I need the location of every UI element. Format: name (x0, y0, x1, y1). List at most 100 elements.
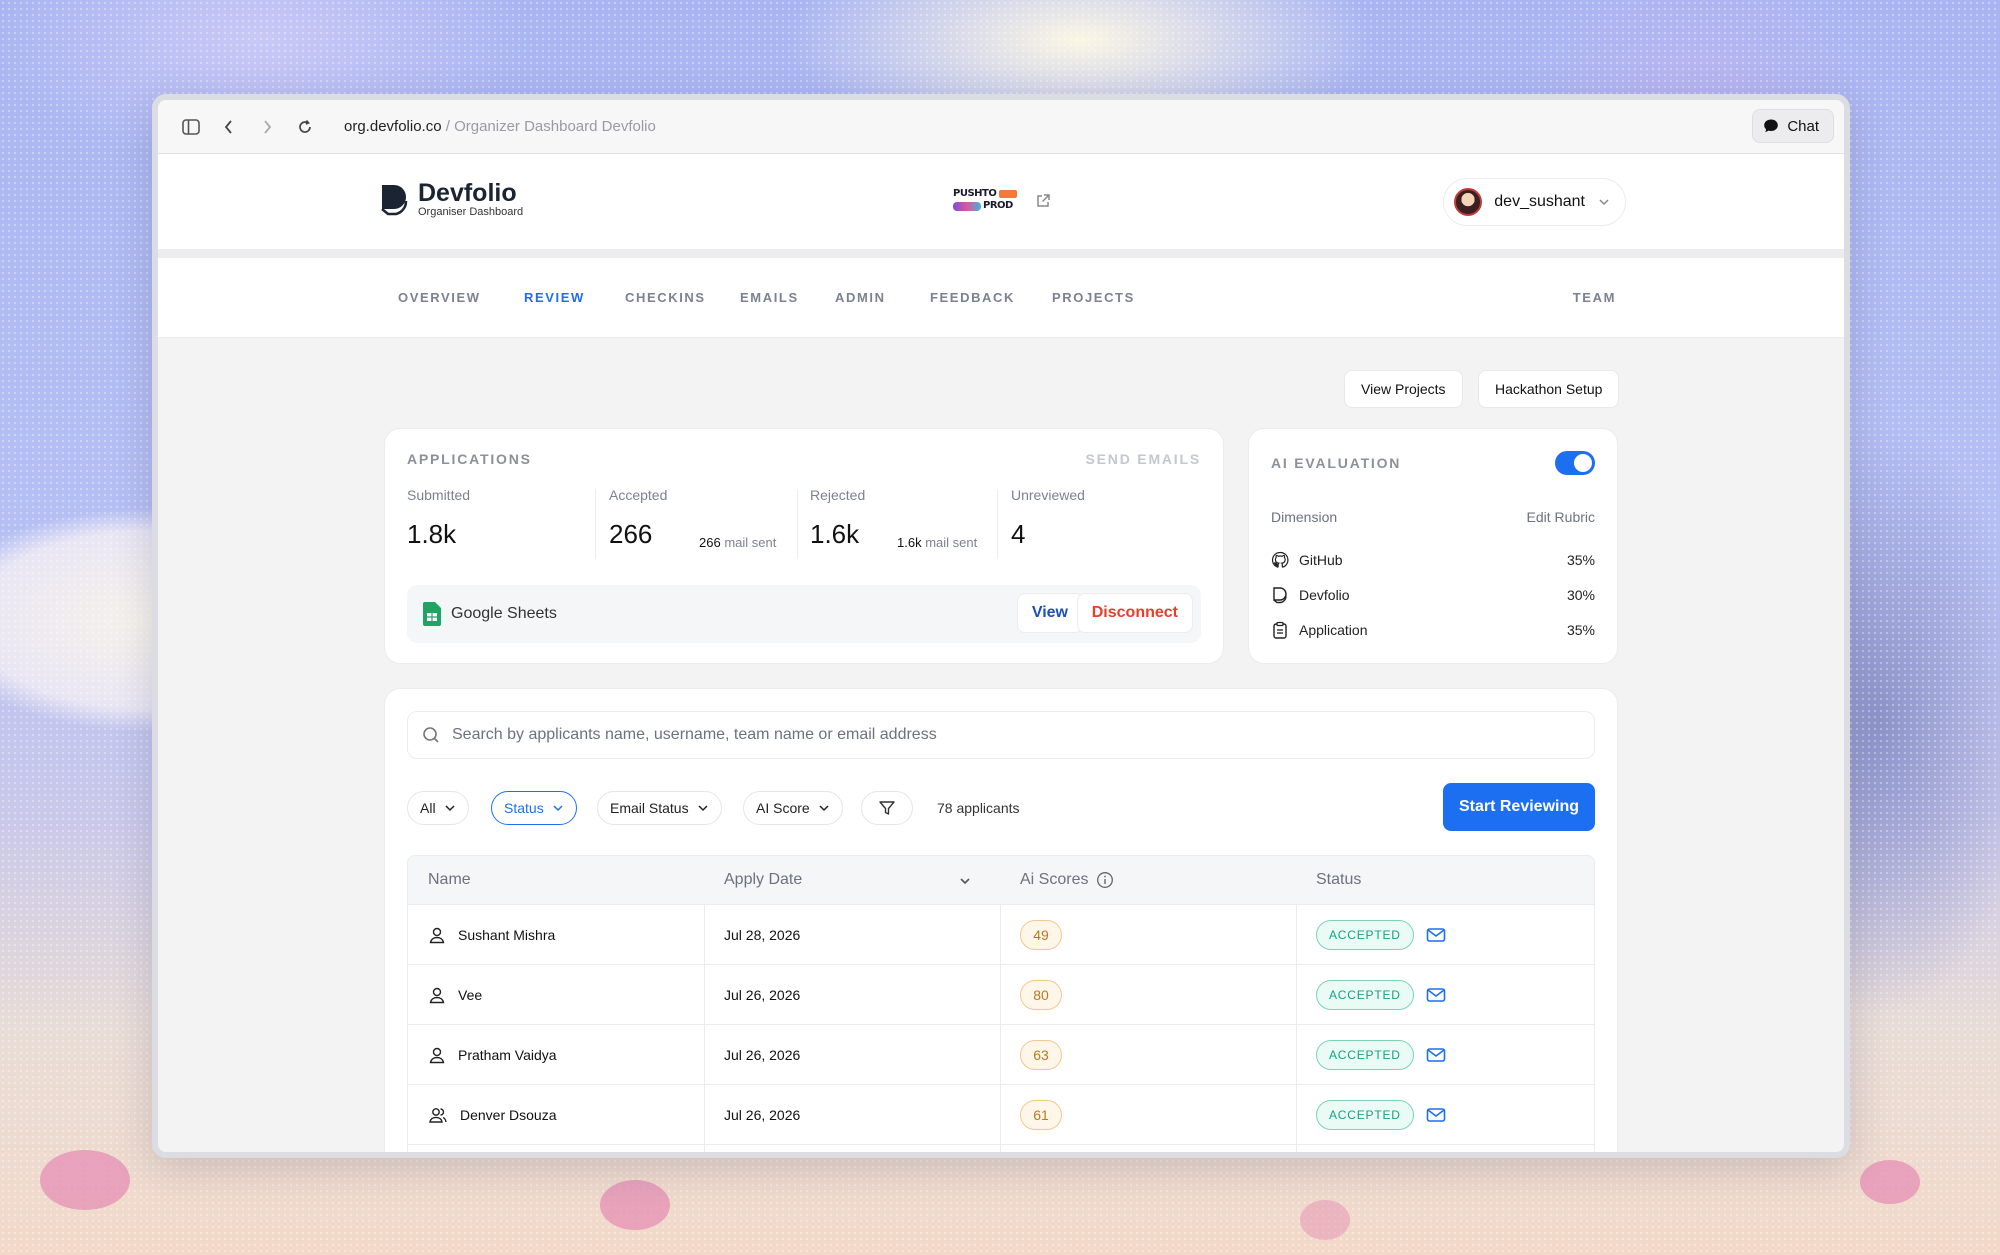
applications-title: APPLICATIONS (407, 451, 532, 467)
column-apply-date[interactable]: Apply Date (724, 871, 802, 889)
table-row[interactable]: Denver Dsouza Jul 26, 2026 61 ACCEPTED (407, 1085, 1595, 1145)
browser-toolbar: org.devfolio.co / Organizer Dashboard De… (158, 100, 1844, 154)
tab-team[interactable]: TEAM (1573, 290, 1616, 305)
disconnect-button[interactable]: Disconnect (1076, 593, 1193, 633)
filter-status[interactable]: Status (491, 791, 577, 825)
applicant-name[interactable]: Denver Dsouza (460, 1107, 557, 1123)
table-row[interactable]: Sushant Mishra Jul 28, 2026 49 ACCEPTED (407, 905, 1595, 965)
tab-emails[interactable]: EMAILS (740, 290, 799, 305)
column-name[interactable]: Name (428, 871, 471, 889)
divider (997, 489, 998, 559)
stat-label: Unreviewed (1011, 487, 1085, 503)
team-icon (429, 1108, 447, 1123)
apply-date: Jul 26, 2026 (724, 987, 801, 1003)
mail-icon[interactable] (1426, 1107, 1446, 1123)
sidebar-toggle-icon[interactable] (172, 108, 210, 146)
applicant-name-cell: Sushant Mishra (428, 905, 555, 965)
column-status[interactable]: Status (1316, 871, 1361, 889)
filter-all[interactable]: All (407, 791, 469, 825)
address-bar[interactable]: org.devfolio.co / Organizer Dashboard De… (344, 118, 656, 135)
table-header: Name Apply Date Ai Scores Status (407, 855, 1595, 905)
tab-admin[interactable]: ADMIN (835, 290, 886, 305)
filter-email-status[interactable]: Email Status (597, 791, 722, 825)
apply-date: Jul 26, 2026 (724, 1047, 801, 1063)
dimension-percent: 35% (1566, 552, 1595, 568)
tab-checkins[interactable]: CHECKINS (625, 290, 706, 305)
filter-funnel-button[interactable] (861, 791, 913, 825)
mail-label: mail sent (925, 535, 978, 550)
header-gap (158, 250, 1844, 258)
tab-feedback[interactable]: FEEDBACK (930, 290, 1015, 305)
google-sheets-label: Google Sheets (451, 605, 557, 622)
info-icon[interactable] (1096, 871, 1114, 889)
person-icon (429, 927, 445, 944)
mail-icon[interactable] (1426, 1047, 1446, 1063)
stat-value: 4 (1011, 519, 1026, 549)
view-sheet-button[interactable]: View (1016, 593, 1083, 633)
hackathon-logo[interactable]: PUSHTO PROD (953, 189, 1051, 213)
reload-icon[interactable] (286, 108, 324, 146)
mail-icon[interactable] (1426, 987, 1446, 1003)
hackathon-setup-button[interactable]: Hackathon Setup (1478, 370, 1620, 408)
applicants-card: Search by applicants name, username, tea… (384, 688, 1618, 1152)
score-cell: 63 (1020, 1025, 1062, 1085)
chat-button[interactable]: Chat (1752, 109, 1834, 143)
mail-label: mail sent (724, 535, 777, 550)
applicants-table: Name Apply Date Ai Scores Status Sushant… (407, 855, 1595, 1152)
push-to-prod-logo: PUSHTO PROD (953, 189, 1019, 213)
user-menu[interactable]: dev_sushant (1443, 178, 1626, 226)
dimension-header-label: Dimension (1271, 509, 1338, 525)
status-cell: ACCEPTED (1316, 1085, 1446, 1145)
background-petal (1860, 1160, 1920, 1204)
table-row[interactable]: Vee Jul 26, 2026 80 ACCEPTED (407, 965, 1595, 1025)
applicant-count: 78 applicants (937, 800, 1020, 816)
status-badge: ACCEPTED (1316, 1100, 1414, 1130)
username: dev_sushant (1494, 193, 1585, 210)
ai-score-badge: 49 (1020, 920, 1062, 950)
filter-label: Status (504, 800, 544, 816)
divider (595, 489, 596, 559)
forward-icon[interactable] (248, 108, 286, 146)
column-label: Ai Scores (1020, 871, 1089, 888)
hackathon-logo-line2: PROD (983, 200, 1013, 211)
applications-card: APPLICATIONS SEND EMAILS Submitted 1.8k … (384, 428, 1224, 664)
start-reviewing-button[interactable]: Start Reviewing (1442, 783, 1595, 831)
url-host: org.devfolio.co (344, 118, 442, 135)
mail-count: 1.6k (897, 535, 922, 550)
dimension-name: Application (1299, 622, 1368, 638)
filter-ai-score[interactable]: AI Score (743, 791, 843, 825)
column-ai-scores[interactable]: Ai Scores (1020, 871, 1114, 889)
applicant-name[interactable]: Vee (458, 987, 482, 1003)
external-link-icon[interactable] (1035, 193, 1051, 209)
tab-overview[interactable]: OVERVIEW (398, 290, 481, 305)
search-input[interactable]: Search by applicants name, username, tea… (407, 711, 1595, 759)
filter-label: AI Score (756, 800, 810, 816)
stat-label: Rejected (810, 487, 866, 503)
mail-icon[interactable] (1426, 927, 1446, 943)
table-row[interactable]: Pratham Vaidya Jul 26, 2026 63 ACCEPTED (407, 1025, 1595, 1085)
devfolio-logo[interactable]: Devfolio Organiser Dashboard (378, 180, 523, 218)
ai-evaluation-toggle[interactable] (1555, 451, 1595, 475)
applicant-name[interactable]: Sushant Mishra (458, 927, 555, 943)
applicant-name[interactable]: Pratham Vaidya (458, 1047, 557, 1063)
chat-label: Chat (1787, 117, 1819, 135)
chevron-down-icon (1599, 199, 1609, 206)
applicant-name-cell: Vee (428, 965, 482, 1025)
background-petal (600, 1180, 670, 1230)
applicant-name-cell: Pratham Vaidya (428, 1025, 557, 1085)
send-emails-button[interactable]: SEND EMAILS (1086, 451, 1201, 467)
github-icon (1271, 551, 1289, 569)
back-icon[interactable] (210, 108, 248, 146)
logo-subtitle: Organiser Dashboard (418, 206, 524, 218)
stat-label: Accepted (609, 487, 668, 503)
tab-review[interactable]: REVIEW (524, 290, 585, 305)
main-tabs: OVERVIEW REVIEW CHECKINS EMAILS ADMIN FE… (158, 258, 1844, 338)
view-projects-button[interactable]: View Projects (1344, 370, 1463, 408)
score-cell: 80 (1020, 965, 1062, 1025)
sort-chevron-icon[interactable] (958, 874, 972, 888)
stat-rejected: Rejected 1.6k (810, 487, 865, 550)
ai-evaluation-title: AI EVALUATION (1271, 455, 1402, 471)
status-badge: ACCEPTED (1316, 1040, 1414, 1070)
edit-rubric-link[interactable]: Edit Rubric (1527, 509, 1595, 525)
tab-projects[interactable]: PROJECTS (1052, 290, 1135, 305)
